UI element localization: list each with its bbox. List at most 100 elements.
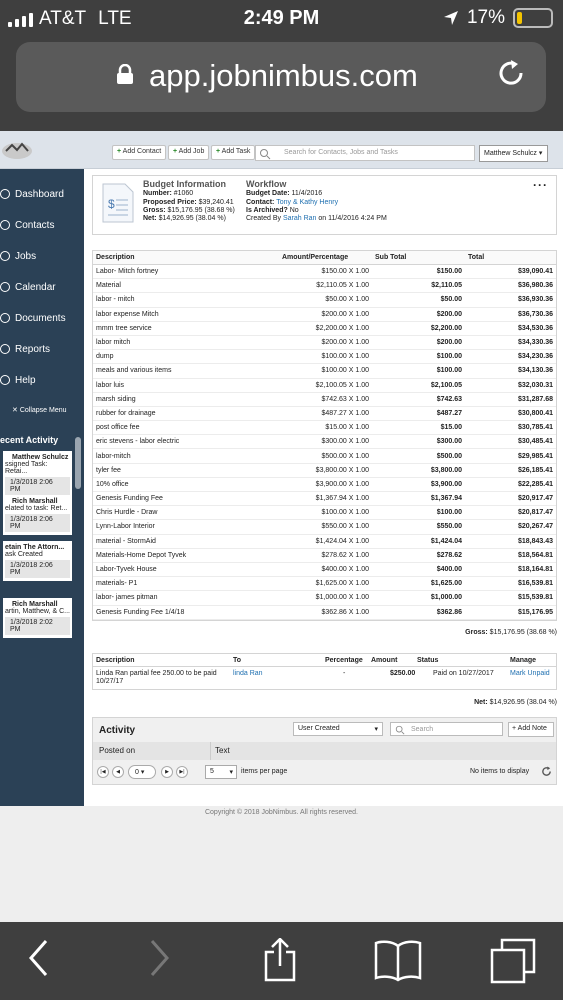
cell-amount: $50.00 X 1.00 [279,292,372,308]
contact-label: Contact: [246,198,275,206]
cell-description: Lynn-Labor Interior [93,519,279,535]
cell-subtotal: $50.00 [372,292,465,308]
user-menu[interactable]: Matthew Schulcz ▾ [479,145,548,162]
cell-description: Labor-Tyvek House [93,562,279,578]
plus-icon: + [117,148,122,155]
col-status: Status [417,657,439,664]
back-icon[interactable] [27,938,49,978]
per-page-select[interactable]: 5 ▾ [205,765,237,779]
activity-pager: |◀ ◀ 0 ▾ ▶ ▶| 5 ▾ items per page No items… [93,761,556,785]
tabs-icon[interactable] [490,938,536,984]
payment-to-link[interactable]: linda Ran [233,670,263,677]
cell-description: eric stevens - labor electric [93,434,279,450]
per-page-value: 5 [210,768,214,775]
reload-icon[interactable] [494,56,528,90]
payment-status: Paid on 10/27/2017 [433,670,494,677]
recent-activity-date: 1/3/2018 2:02 PM [5,617,70,635]
page-select[interactable]: 0 ▾ [128,765,156,779]
sidebar-item-dashboard[interactable]: Dashboard [0,184,64,204]
created-by-link[interactable]: Sarah Ran [283,215,316,222]
recent-activity-scrollbar[interactable] [75,437,81,489]
search-placeholder: Search for Contacts, Jobs and Tasks [284,149,398,156]
budget-number: #1060 [173,190,194,198]
cell-amount: $1,367.94 X 1.00 [279,491,372,507]
bookmarks-icon[interactable] [374,938,422,982]
cell-description: labor mitch [93,335,279,351]
table-row: labor mitch $200.00 X 1.00 $200.00 $34,330.… [93,335,556,351]
cell-total: $22,285.41 [465,477,556,493]
logo-icon[interactable] [0,139,34,161]
prev-page-icon[interactable]: ◀ [112,766,124,778]
share-icon[interactable] [262,938,298,982]
sidebar-item-jobs[interactable]: Jobs [0,246,36,266]
payment-percentage: - [343,670,346,677]
col-text[interactable]: Text [215,746,230,755]
col-description: Description [96,657,135,664]
recent-activity-name: Rich Marshall [12,498,58,505]
first-page-icon[interactable]: |◀ [97,766,109,778]
sidebar-item-calendar[interactable]: Calendar [0,277,56,297]
last-page-icon[interactable]: ▶| [176,766,188,778]
cell-description: rubber for drainage [93,406,279,422]
add-note-button[interactable]: + Add Note [508,722,554,737]
refresh-icon[interactable] [541,766,552,777]
table-row: eric stevens - labor electric $300.00 X 1… [93,434,556,450]
cell-amount: $1,000.00 X 1.00 [279,590,372,606]
recent-activity-item[interactable]: etain The Attorn... ask Created 1/3/2018… [0,541,72,581]
col-posted-on[interactable]: Posted on [99,746,135,755]
table-row: Labor- Mitch fortney $150.00 X 1.00 $150.0… [93,264,556,280]
add-task-button[interactable]: + Add Task [211,145,256,160]
recent-activity-name: Rich Marshall [12,601,58,608]
cell-description: labor- james pitman [93,590,279,606]
recent-activity-item[interactable]: Matthew Schulcz ssigned Task: Retai... 1… [0,451,72,498]
cell-amount: $400.00 X 1.00 [279,562,372,578]
recent-activity-item[interactable]: Rich Marshall elated to task: Ret... 1/3… [0,495,72,535]
cell-amount: $550.00 X 1.00 [279,519,372,535]
svg-text:$: $ [108,197,115,211]
table-row: Labor-Tyvek House $400.00 X 1.00 $400.00 $1… [93,562,556,578]
add-contact-button[interactable]: + Add Contact [112,145,167,160]
recent-activity-text: elated to task: Ret... [5,505,68,512]
cell-subtotal: $1,625.00 [372,576,465,592]
budget-items-table: Description Amount/Percentage Sub Total … [92,250,557,621]
cell-subtotal: $200.00 [372,307,465,322]
global-search-input[interactable]: Search for Contacts, Jobs and Tasks [255,145,475,161]
col-amount: Amount [371,657,398,664]
collapse-menu-button[interactable]: ✕ Collapse Menu [12,406,67,414]
cell-subtotal: $400.00 [372,562,465,578]
url-field[interactable]: app.jobnimbus.com [16,42,546,112]
sidebar-item-documents[interactable]: Documents [0,308,66,328]
cell-subtotal: $100.00 [372,349,465,365]
cell-subtotal: $2,200.00 [372,321,465,336]
cell-amount: $200.00 X 1.00 [279,307,372,322]
cell-total: $34,130.36 [465,363,556,379]
more-options-icon[interactable]: ··· [533,178,548,192]
recent-activity-item[interactable]: Rich Marshall artin, Matthew, & C... 1/3… [0,598,72,638]
sidebar-item-help[interactable]: Help [0,370,36,390]
close-icon: ✕ [12,407,18,414]
sidebar-item-reports[interactable]: Reports [0,339,50,359]
col-description: Description [93,251,279,265]
sidebar-item-contacts[interactable]: Contacts [0,215,54,235]
add-job-button[interactable]: + Add Job [168,145,210,160]
cell-amount: $2,110.05 X 1.00 [279,278,372,294]
app-header: + Add Contact + Add Job + Add Task Searc… [0,131,563,169]
cell-description: mmm tree service [93,321,279,336]
cell-subtotal: $100.00 [372,363,465,379]
cell-amount: $3,900.00 X 1.00 [279,477,372,493]
activity-filter-select[interactable]: User Created ▾ [293,722,383,736]
collapse-menu-label: Collapse Menu [19,407,67,414]
table-row: labor expense Mitch $200.00 X 1.00 $200.00… [93,307,556,322]
next-page-icon[interactable]: ▶ [161,766,173,778]
forward-icon[interactable] [149,938,171,978]
col-manage: Manage [510,657,537,664]
cell-subtotal: $300.00 [372,434,465,450]
chevron-down-icon: ▾ [374,726,378,733]
mark-unpaid-link[interactable]: Mark Unpaid [510,670,550,677]
cell-subtotal: $278.62 [372,548,465,563]
contact-link[interactable]: Tony & Kathy Henry [276,199,338,206]
activity-search-input[interactable]: Search [390,722,503,736]
cell-subtotal: $100.00 [372,505,465,521]
number-label: Number: [143,190,172,198]
footer-copyright: Copyright © 2018 JobNimbus. All rights r… [204,809,358,816]
